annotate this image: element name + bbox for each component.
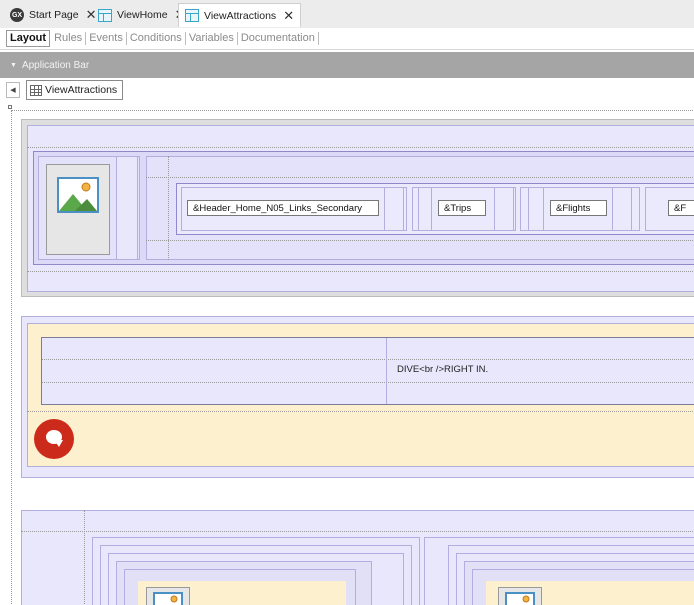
- tab-variables[interactable]: Variables: [186, 32, 238, 45]
- breadcrumb-label: ViewAttractions: [45, 84, 118, 96]
- row-divider: [42, 359, 694, 360]
- view-object-icon: [185, 9, 199, 22]
- tab-conditions[interactable]: Conditions: [127, 32, 186, 45]
- tab-events[interactable]: Events: [86, 32, 127, 45]
- col-divider: [84, 510, 85, 605]
- genexus-icon: GX: [10, 8, 24, 22]
- editor-section-tabs: Layout Rules Events Conditions Variables…: [0, 28, 694, 50]
- banner-inner-table[interactable]: [41, 337, 694, 405]
- image-placeholder-icon: [57, 177, 99, 213]
- resize-handle[interactable]: [8, 105, 12, 109]
- breadcrumb-node[interactable]: ViewAttractions: [26, 80, 124, 100]
- image-placeholder-icon: [505, 592, 535, 605]
- breadcrumb: ◀ ViewAttractions: [0, 79, 694, 101]
- link-truncated[interactable]: &F: [668, 200, 694, 216]
- document-tabs-bar: GX Start Page ✕ ViewHome ✕ ViewAttractio…: [0, 0, 694, 28]
- link-cell-spacer: [384, 187, 404, 231]
- tab-documentation[interactable]: Documentation: [238, 32, 319, 45]
- logo-image[interactable]: [46, 164, 110, 255]
- tab-label: ViewAttractions: [204, 9, 277, 22]
- close-icon[interactable]: ✕: [283, 8, 294, 24]
- application-bar[interactable]: ▼ Application Bar: [0, 52, 694, 78]
- tab-viewattractions[interactable]: ViewAttractions ✕: [178, 3, 302, 27]
- collapse-left-icon[interactable]: ◀: [6, 82, 20, 98]
- col-divider: [168, 156, 169, 260]
- link-cell-spacer: [528, 187, 544, 231]
- tab-start-page[interactable]: GX Start Page ✕: [4, 3, 103, 27]
- link-cell-spacer: [612, 187, 632, 231]
- link-trips[interactable]: &Trips: [438, 200, 486, 216]
- link-cell-spacer: [418, 187, 432, 231]
- view-object-icon: [98, 8, 112, 22]
- row-divider: [146, 177, 694, 178]
- collapse-triangle-icon[interactable]: ▼: [10, 62, 17, 69]
- col-divider: [386, 338, 387, 404]
- card-image[interactable]: [498, 587, 542, 605]
- tab-rules[interactable]: Rules: [51, 32, 87, 45]
- image-placeholder-icon: [153, 592, 183, 605]
- link-flights[interactable]: &Flights: [550, 200, 607, 216]
- row-divider: [27, 147, 694, 148]
- link-cell-spacer: [494, 187, 514, 231]
- row-divider: [42, 382, 694, 383]
- application-bar-label: Application Bar: [21, 59, 90, 71]
- tab-label: ViewHome: [117, 9, 168, 21]
- tab-label: Start Page: [29, 9, 79, 21]
- table-grid-icon: [30, 84, 42, 96]
- link-header-home-secondary[interactable]: &Header_Home_N05_Links_Secondary: [187, 200, 379, 216]
- banner-text: DIVE<br />RIGHT IN.: [397, 364, 489, 375]
- tab-layout[interactable]: Layout: [6, 30, 51, 47]
- row-divider: [146, 240, 694, 241]
- layout-canvas[interactable]: &Header_Home_N05_Links_Secondary &Trips …: [0, 101, 694, 605]
- tab-viewhome[interactable]: ViewHome ✕: [92, 3, 191, 27]
- card-image[interactable]: [146, 587, 190, 605]
- row-divider: [27, 271, 694, 272]
- row-divider: [21, 531, 694, 532]
- logo-side-cell: [116, 156, 138, 260]
- chat-bubble-icon[interactable]: [34, 419, 74, 459]
- row-divider: [27, 411, 694, 412]
